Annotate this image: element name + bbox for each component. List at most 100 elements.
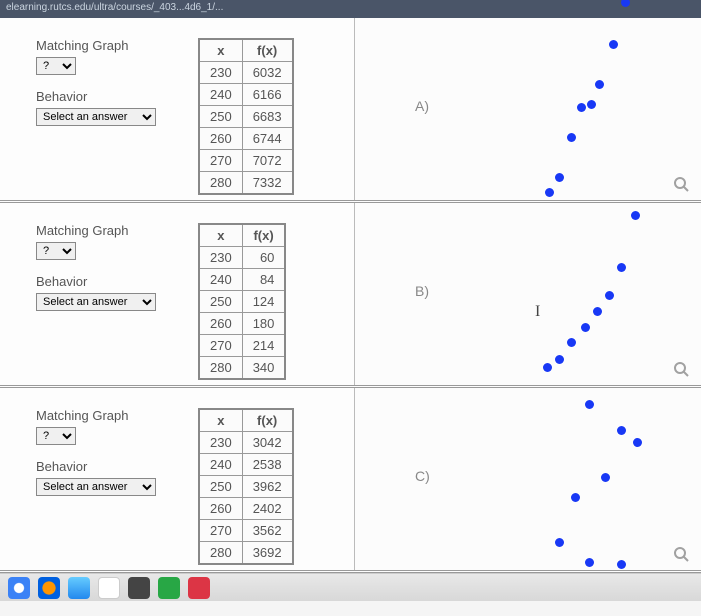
controls: Matching Graph?BehaviorSelect an answer — [36, 223, 186, 377]
url-bar: elearning.rutcs.edu/ultra/courses/_403..… — [0, 0, 701, 18]
data-point — [555, 538, 564, 547]
table-row: 260180 — [199, 313, 285, 335]
cell-fx: 6166 — [242, 84, 292, 106]
data-point — [571, 493, 580, 502]
table-row: 2807332 — [199, 172, 293, 195]
data-point — [585, 558, 594, 567]
question-row-B: Matching Graph?BehaviorSelect an answerx… — [0, 203, 701, 388]
table-row: 270214 — [199, 335, 285, 357]
taskbar — [0, 573, 701, 601]
safari-icon[interactable] — [8, 577, 30, 599]
graph-label: B) — [415, 283, 429, 299]
app-icon-2[interactable] — [158, 577, 180, 599]
cell-fx: 2538 — [242, 454, 292, 476]
data-point — [567, 338, 576, 347]
table-row: 2503962 — [199, 476, 293, 498]
data-point — [633, 438, 642, 447]
table-row: 23060 — [199, 247, 285, 269]
cell-fx: 6683 — [242, 106, 292, 128]
data-point — [587, 100, 596, 109]
data-point — [567, 133, 576, 142]
cell-fx: 84 — [242, 269, 285, 291]
graph-panel: C) — [355, 388, 701, 570]
cell-fx: 3042 — [242, 432, 292, 454]
cell-fx: 3962 — [242, 476, 292, 498]
cell-x: 270 — [199, 150, 242, 172]
firefox-icon[interactable] — [38, 577, 60, 599]
cell-x: 280 — [199, 357, 242, 380]
table-row: 2402538 — [199, 454, 293, 476]
app-icon-1[interactable] — [128, 577, 150, 599]
data-point — [555, 355, 564, 364]
behavior-select[interactable]: Select an answer — [36, 293, 156, 311]
cell-x: 260 — [199, 128, 242, 150]
matching-graph-select[interactable]: ? — [36, 242, 76, 260]
cell-fx: 3562 — [242, 520, 292, 542]
data-point — [577, 103, 586, 112]
data-table: xf(x)23060322406166250668326067442707072… — [198, 38, 294, 195]
left-panel: Matching Graph?BehaviorSelect an answerx… — [0, 18, 355, 200]
data-point — [609, 40, 618, 49]
cell-x: 240 — [199, 269, 242, 291]
calendar-icon[interactable] — [98, 577, 120, 599]
magnify-icon[interactable] — [673, 361, 689, 377]
behavior-label: Behavior — [36, 89, 186, 104]
text-cursor-icon: I — [535, 303, 540, 321]
controls: Matching Graph? Behavior Select an answer — [36, 408, 186, 562]
table-row: 24084 — [199, 269, 285, 291]
matching-graph-select[interactable]: ? — [36, 57, 76, 75]
data-point — [601, 473, 610, 482]
behavior-select[interactable]: Select an answer — [36, 108, 156, 126]
data-point — [605, 291, 614, 300]
left-panel: Matching Graph?BehaviorSelect an answerx… — [0, 203, 355, 385]
cell-x: 230 — [199, 247, 242, 269]
col-fx: f(x) — [242, 224, 285, 247]
cell-fx: 7072 — [242, 150, 292, 172]
col-fx: f(x) — [242, 39, 292, 62]
matching-graph-label: Matching Graph — [36, 408, 186, 423]
mail-icon[interactable] — [68, 577, 90, 599]
matching-graph-label: Matching Graph — [36, 223, 186, 238]
data-table: xf(x)2306024084250124260180270214280340 — [198, 223, 286, 380]
table-row: 2306032 — [199, 62, 293, 84]
graph-label: C) — [415, 468, 430, 484]
graph-panel: A) — [355, 18, 701, 200]
cell-x: 250 — [199, 476, 242, 498]
table-row: 2803692 — [199, 542, 293, 565]
cell-fx: 180 — [242, 313, 285, 335]
controls: Matching Graph?BehaviorSelect an answer — [36, 38, 186, 192]
data-point — [617, 560, 626, 569]
cell-x: 250 — [199, 291, 242, 313]
magnify-icon[interactable] — [673, 176, 689, 192]
behavior-label: Behavior — [36, 459, 186, 474]
table-row: 250124 — [199, 291, 285, 313]
data-point — [617, 426, 626, 435]
magnify-icon[interactable] — [673, 546, 689, 562]
cell-x: 260 — [199, 313, 242, 335]
cell-fx: 6032 — [242, 62, 292, 84]
data-point — [593, 307, 602, 316]
table-row: 2703562 — [199, 520, 293, 542]
col-x: x — [199, 409, 242, 432]
col-x: x — [199, 224, 242, 247]
matching-graph-select[interactable]: ? — [36, 427, 76, 445]
col-x: x — [199, 39, 242, 62]
data-table: xf(x)23030422402538250396226024022703562… — [198, 408, 294, 565]
table-row: 2406166 — [199, 84, 293, 106]
cell-x: 260 — [199, 498, 242, 520]
table-row: 2506683 — [199, 106, 293, 128]
cell-x: 230 — [199, 432, 242, 454]
table-row: 280340 — [199, 357, 285, 380]
data-point — [545, 188, 554, 197]
left-panel: Matching Graph? Behavior Select an answer x… — [0, 388, 355, 570]
cell-fx: 60 — [242, 247, 285, 269]
cell-fx: 6744 — [242, 128, 292, 150]
app-icon-3[interactable] — [188, 577, 210, 599]
graph-panel: B) I — [355, 203, 701, 385]
col-fx: f(x) — [242, 409, 292, 432]
data-point — [631, 211, 640, 220]
question-row-C: Matching Graph? Behavior Select an answer x… — [0, 388, 701, 573]
data-point — [581, 323, 590, 332]
cell-x: 240 — [199, 454, 242, 476]
behavior-select[interactable]: Select an answer — [36, 478, 156, 496]
